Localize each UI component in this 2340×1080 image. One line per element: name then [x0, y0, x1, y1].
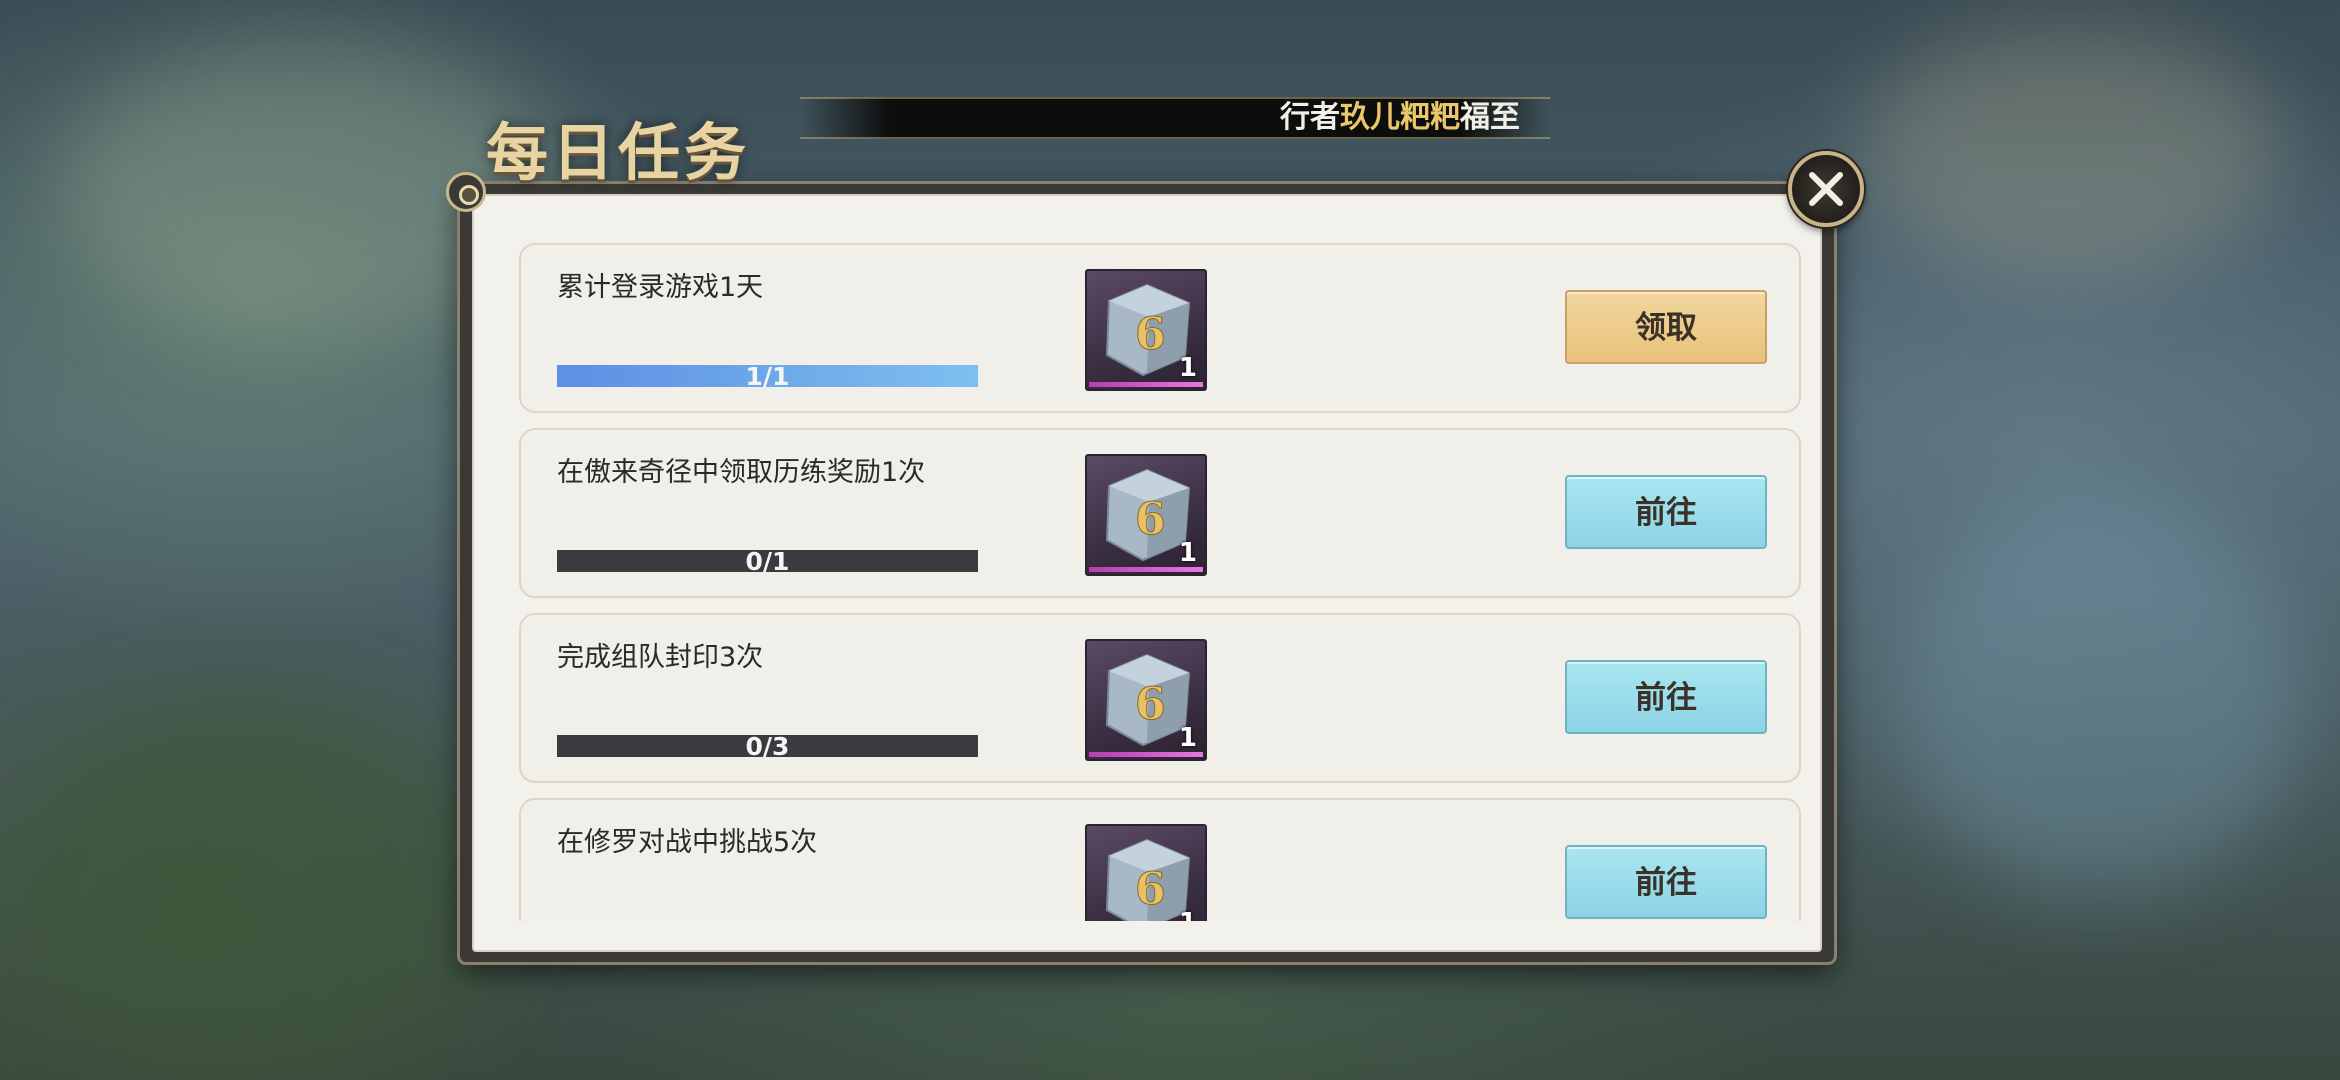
- go-button[interactable]: 前往: [1565, 475, 1767, 549]
- reward-count: 1: [1178, 538, 1197, 568]
- reward-count: 1: [1178, 353, 1197, 383]
- task-progress-text: 0/1: [745, 550, 790, 572]
- task-progress-text: 0/3: [745, 735, 790, 757]
- svg-text:6: 6: [1135, 864, 1166, 915]
- task-progress-bar: 0/3: [557, 735, 978, 757]
- claim-button[interactable]: 领取: [1565, 290, 1767, 364]
- task-list[interactable]: 累计登录游戏1天 1/1 6 1 领取 在傲来奇径中领取历练奖励1次 0/1 6…: [519, 243, 1801, 921]
- marquee-suffix: 福至: [1460, 100, 1520, 135]
- task-title: 完成组队封印3次: [557, 642, 764, 673]
- page-title: 每日任务: [486, 116, 751, 189]
- broadcast-banner: 行者玖儿粑粑福至: [800, 97, 1550, 139]
- task-row: 完成组队封印3次 0/3 6 1 前往: [519, 613, 1801, 783]
- task-row: 在傲来奇径中领取历练奖励1次 0/1 6 1 前往: [519, 428, 1801, 598]
- svg-text:6: 6: [1135, 494, 1166, 545]
- marquee-prefix: 行者: [1280, 100, 1340, 135]
- task-row: 在修罗对战中挑战5次 6 1 前往: [519, 798, 1801, 921]
- reward-item[interactable]: 6 1: [1085, 824, 1207, 921]
- svg-text:6: 6: [1135, 309, 1166, 360]
- broadcast-marquee: 行者玖儿粑粑福至: [1280, 99, 1520, 137]
- go-button[interactable]: 前往: [1565, 660, 1767, 734]
- task-title: 在修罗对战中挑战5次: [557, 827, 818, 858]
- close-icon: [1809, 172, 1843, 206]
- panel-body: 累计登录游戏1天 1/1 6 1 领取 在傲来奇径中领取历练奖励1次 0/1 6…: [472, 194, 1822, 952]
- reward-item[interactable]: 6 1: [1085, 454, 1207, 576]
- reward-count: 1: [1179, 908, 1197, 921]
- reward-item[interactable]: 6 1: [1085, 269, 1207, 391]
- task-title: 在傲来奇径中领取历练奖励1次: [557, 457, 926, 488]
- task-row: 累计登录游戏1天 1/1 6 1 领取: [519, 243, 1801, 413]
- reward-item[interactable]: 6 1: [1085, 639, 1207, 761]
- task-progress-text: 1/1: [745, 365, 790, 387]
- task-progress-bar: 0/1: [557, 550, 978, 572]
- task-progress-bar: 1/1: [557, 365, 978, 387]
- corner-ornament-icon: [446, 172, 486, 212]
- marquee-player-name: 玖儿粑粑: [1340, 100, 1460, 135]
- daily-task-panel: 累计登录游戏1天 1/1 6 1 领取 在傲来奇径中领取历练奖励1次 0/1 6…: [460, 184, 1834, 962]
- reward-count: 1: [1178, 723, 1197, 753]
- svg-text:6: 6: [1135, 679, 1166, 730]
- go-button[interactable]: 前往: [1565, 845, 1767, 919]
- task-title: 累计登录游戏1天: [557, 272, 764, 303]
- close-button[interactable]: [1788, 151, 1864, 227]
